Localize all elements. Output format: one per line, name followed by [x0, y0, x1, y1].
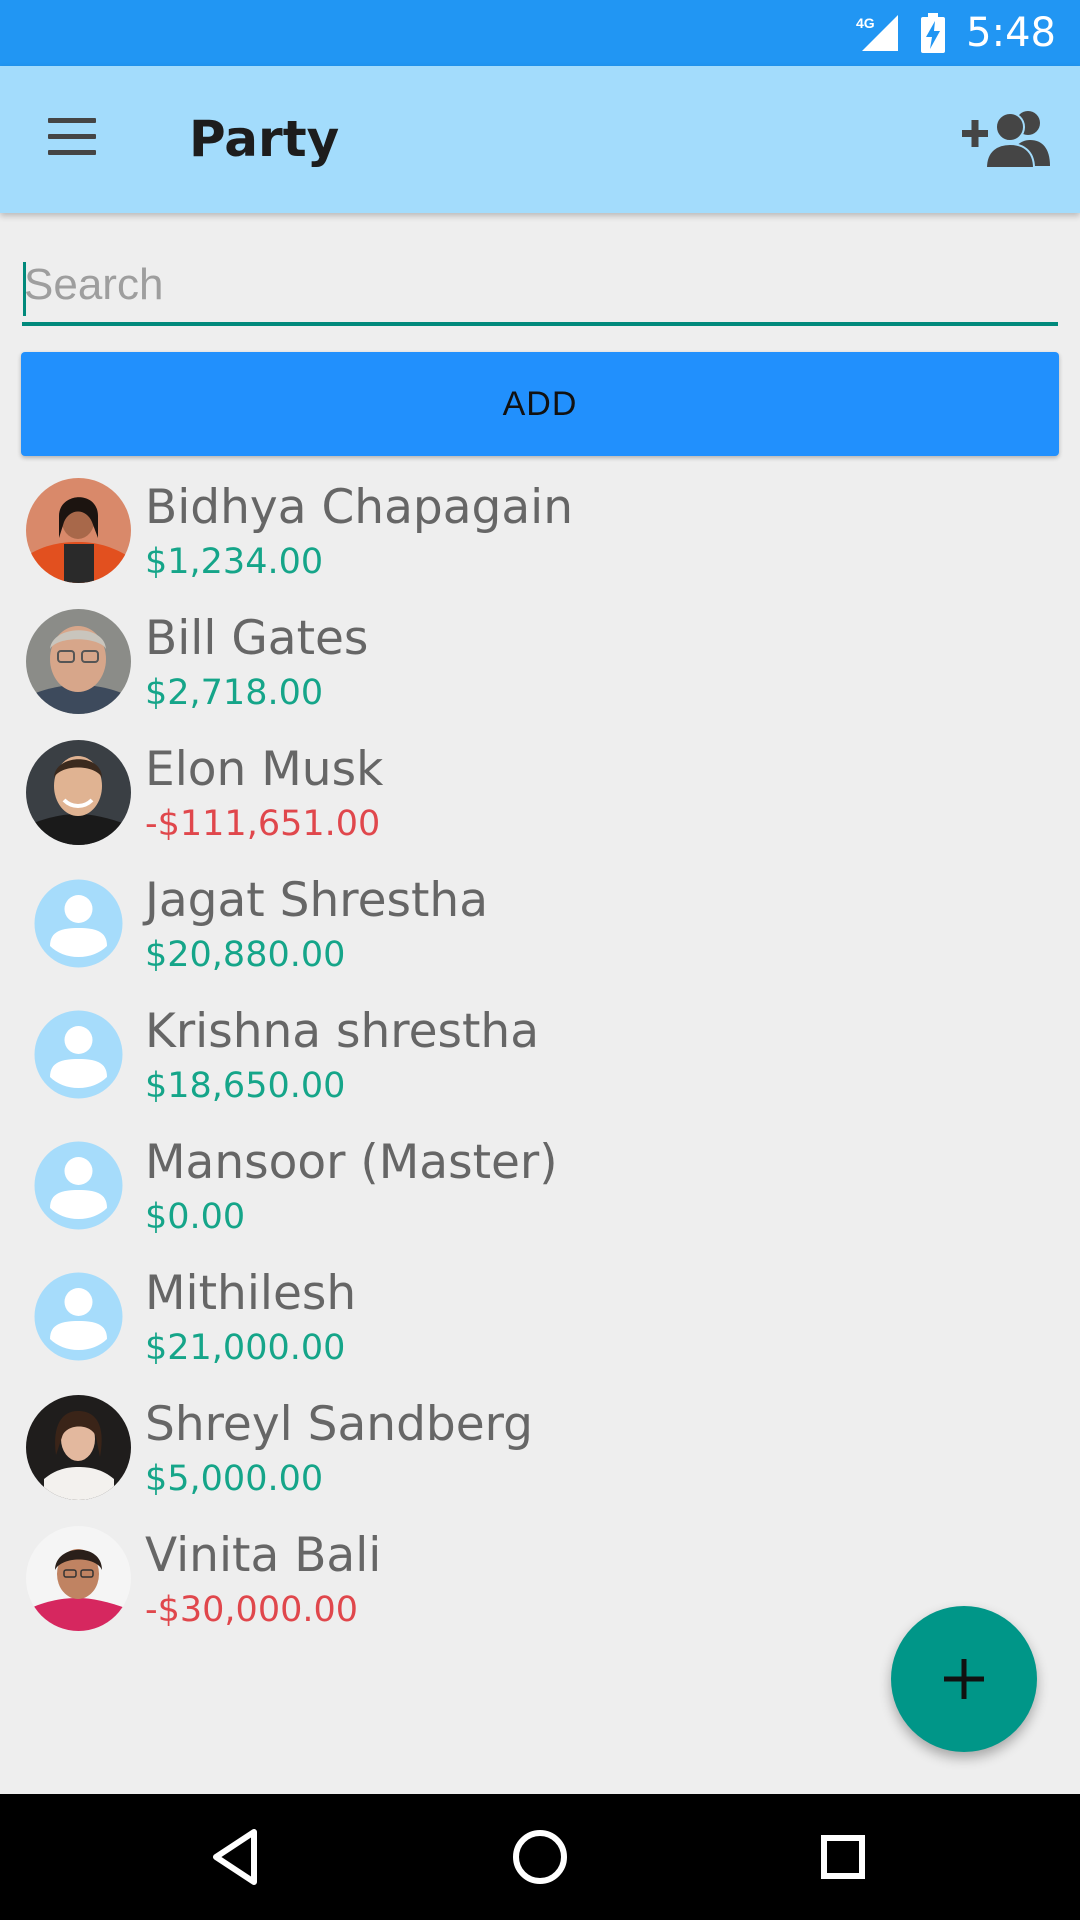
party-balance: $2,718.00	[145, 673, 324, 713]
party-list-item[interactable]: Elon Musk -$111,651.00	[0, 728, 1080, 859]
party-list: Bidhya Chapagain $1,234.00 Bill Gates $2,71…	[0, 466, 1080, 1645]
avatar	[26, 1395, 131, 1500]
party-balance: $5,000.00	[145, 1459, 324, 1499]
party-name: Bidhya Chapagain	[145, 480, 574, 535]
default-avatar-icon	[26, 1264, 131, 1369]
back-icon[interactable]	[204, 1824, 270, 1890]
hamburger-menu-icon[interactable]	[40, 114, 104, 164]
avatar	[26, 1526, 131, 1631]
party-name: Shreyl Sandberg	[145, 1397, 533, 1452]
signal-4g-icon: 4G	[854, 13, 900, 53]
party-list-item[interactable]: Shreyl Sandberg $5,000.00	[0, 1383, 1080, 1514]
party-list-item[interactable]: Mithilesh $21,000.00	[0, 1252, 1080, 1383]
avatar	[26, 478, 131, 583]
recents-icon[interactable]	[810, 1824, 876, 1890]
battery-charging-icon	[920, 13, 946, 53]
party-balance: $20,880.00	[145, 935, 346, 975]
default-avatar-icon	[26, 1133, 131, 1238]
party-balance: $0.00	[145, 1197, 246, 1237]
app-bar: Party	[0, 66, 1080, 213]
party-name: Elon Musk	[145, 742, 384, 797]
plus-icon	[944, 1659, 984, 1699]
status-bar: 4G 5:48	[0, 0, 1080, 66]
text-cursor	[23, 262, 26, 316]
avatar	[26, 740, 131, 845]
avatar	[26, 609, 131, 714]
status-icons: 4G 5:48	[854, 0, 1056, 66]
status-time: 5:48	[966, 10, 1056, 56]
party-balance: -$30,000.00	[145, 1590, 359, 1630]
fab-add-button[interactable]	[891, 1606, 1037, 1752]
navigation-bar	[0, 1794, 1080, 1920]
default-avatar-icon	[26, 1002, 131, 1107]
party-balance: -$111,651.00	[145, 804, 381, 844]
party-name: Mansoor (Master)	[145, 1135, 558, 1190]
party-list-item[interactable]: Krishna shrestha $18,650.00	[0, 990, 1080, 1121]
search-input[interactable]	[22, 250, 1058, 320]
party-balance: $21,000.00	[145, 1328, 346, 1368]
party-list-item[interactable]: Mansoor (Master) $0.00	[0, 1121, 1080, 1252]
party-list-item[interactable]: Jagat Shrestha $20,880.00	[0, 859, 1080, 990]
network-type-label: 4G	[856, 15, 875, 31]
party-name: Mithilesh	[145, 1266, 357, 1321]
home-icon[interactable]	[507, 1824, 573, 1890]
party-balance: $18,650.00	[145, 1066, 346, 1106]
party-name: Jagat Shrestha	[145, 873, 488, 928]
page-title: Party	[189, 110, 340, 168]
party-list-item[interactable]: Bill Gates $2,718.00	[0, 597, 1080, 728]
search-field	[22, 250, 1058, 326]
party-list-item[interactable]: Bidhya Chapagain $1,234.00	[0, 466, 1080, 597]
add-group-icon[interactable]	[960, 106, 1052, 170]
party-name: Bill Gates	[145, 611, 369, 666]
party-balance: $1,234.00	[145, 542, 324, 582]
default-avatar-icon	[26, 871, 131, 976]
party-name: Vinita Bali	[145, 1528, 382, 1583]
party-name: Krishna shrestha	[145, 1004, 539, 1059]
add-button[interactable]: ADD	[21, 352, 1059, 456]
